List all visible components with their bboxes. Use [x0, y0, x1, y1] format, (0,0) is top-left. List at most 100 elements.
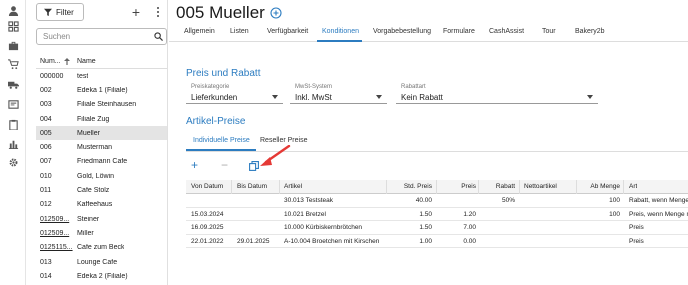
tab-allgemein[interactable]: Allgemein: [184, 28, 215, 35]
truck-icon[interactable]: [6, 77, 20, 91]
tab-tour[interactable]: Tour: [542, 28, 556, 35]
list-item[interactable]: 0125115... Cafe zum Beck: [36, 241, 167, 255]
tab-listen[interactable]: Listen: [230, 28, 249, 35]
column-name[interactable]: Name: [75, 58, 96, 65]
cell-from-date: 15.03.2024: [191, 210, 224, 218]
list-item-number: 000000: [40, 72, 64, 80]
chevron-down-icon: [272, 95, 278, 99]
cell-type: Preis: [629, 237, 644, 245]
vat-system-select[interactable]: MwSt-System Inkl. MwSt: [290, 82, 387, 104]
cell-std-price: 1.50: [419, 224, 432, 231]
subtab-individual-prices[interactable]: Individuelle Preise: [193, 137, 250, 144]
discount-type-value: Kein Rabatt: [401, 93, 443, 102]
col-header-article[interactable]: Artikel: [284, 183, 302, 190]
price-category-label: Preiskategorie: [191, 84, 230, 90]
filter-button[interactable]: Filter: [36, 3, 84, 21]
table-row[interactable]: 16.09.2025 10.000 Kürbiskernbrötchen 1.50 7…: [186, 221, 688, 235]
red-arrow-annotation: [260, 145, 291, 166]
subtab-reseller-prices[interactable]: Reseller Preise: [260, 137, 307, 144]
list-item[interactable]: 000000 test: [36, 69, 167, 83]
list-item-name: Friedmann Cafe: [77, 158, 128, 166]
tab-vorgabebestellung[interactable]: Vorgabebestellung: [373, 28, 431, 35]
gear-icon[interactable]: [6, 155, 20, 169]
chevron-down-icon: [587, 95, 593, 99]
col-header-std-price[interactable]: Std. Preis: [390, 183, 432, 190]
tab-formulare[interactable]: Formulare: [443, 28, 475, 35]
col-header-min-qty[interactable]: Ab Menge: [579, 183, 620, 190]
list-item[interactable]: 006 Musterman: [36, 140, 167, 154]
col-header-to-date[interactable]: Bis Datum: [237, 183, 267, 190]
table-row[interactable]: 15.03.2024 10.021 Bretzel 1.50 1.20 100 Preis…: [186, 208, 688, 221]
grid-header-row: Von Datum Bis Datum Artikel Std. Preis P…: [186, 180, 688, 194]
tab-bakery2b[interactable]: Bakery2b: [575, 28, 605, 35]
discount-type-label: Rabattart: [401, 84, 426, 90]
column-number[interactable]: Num...: [36, 57, 75, 65]
add-row-button[interactable]: +: [191, 158, 198, 172]
search-input[interactable]: [36, 28, 167, 45]
list-item[interactable]: 004 Filiale Zug: [36, 112, 167, 126]
add-button[interactable]: +: [129, 5, 143, 19]
briefcase-icon[interactable]: [6, 38, 20, 52]
clipboard-icon[interactable]: [6, 117, 20, 131]
cart-icon[interactable]: [6, 57, 20, 71]
search-icon[interactable]: [154, 32, 163, 41]
cell-type: Rabatt, wenn Menge...: [629, 197, 688, 204]
cell-from-date: 16.09.2025: [191, 224, 224, 231]
col-header-net-article[interactable]: Nettoartikel: [524, 183, 557, 190]
list-item-number: 0125115...: [40, 244, 73, 252]
table-row[interactable]: 22.01.2022 29.01.2025 A-10.004 Broetchen m…: [186, 235, 688, 248]
cell-type: Preis: [629, 224, 644, 231]
page-title-text: 005 Mueller: [176, 3, 265, 22]
list-item-number: 004: [40, 115, 52, 123]
list-item[interactable]: 010 Gold, Löwin: [36, 169, 167, 183]
cell-std-price: 1.00: [419, 237, 432, 245]
chart-icon[interactable]: [6, 136, 20, 150]
register-icon[interactable]: [6, 97, 20, 111]
user-icon[interactable]: [6, 3, 20, 17]
discount-type-select[interactable]: Rabattart Kein Rabatt: [396, 82, 598, 104]
vat-system-label: MwSt-System: [295, 84, 333, 90]
list-item-name: Mueller: [77, 129, 100, 137]
tab-konditionen[interactable]: Konditionen: [322, 28, 359, 35]
list-item-name: test: [77, 72, 89, 80]
tab-verfuegbarkeit[interactable]: Verfügbarkeit: [267, 28, 308, 35]
list-item[interactable]: 007 Friedmann Cafe: [36, 155, 167, 169]
col-header-from-date[interactable]: Von Datum: [191, 183, 223, 190]
vat-system-value: Inkl. MwSt: [295, 93, 332, 102]
icon-rail: [0, 0, 26, 285]
list-item-number: 014: [40, 272, 52, 280]
list-item-name: Cafe Stolz: [77, 187, 110, 195]
list-item[interactable]: 014 Edeka 2 (Filiale): [36, 269, 167, 283]
cell-price: 7.00: [463, 224, 476, 231]
remove-row-button[interactable]: −: [221, 158, 228, 172]
info-icon[interactable]: [270, 7, 282, 19]
list-item[interactable]: 011 Cafe Stolz: [36, 183, 167, 197]
cell-article: A-10.004 Broetchen mit Kirschen: [284, 237, 380, 245]
copy-button[interactable]: [249, 161, 259, 171]
price-category-value: Lieferkunden: [191, 93, 238, 102]
col-header-price[interactable]: Preis: [444, 183, 476, 190]
list-header: Num... Name: [36, 54, 167, 69]
list-item[interactable]: 005 Mueller: [36, 126, 167, 141]
list-item[interactable]: 012509... Steiner: [36, 212, 167, 226]
cell-min-qty: 100: [609, 197, 620, 204]
col-header-type[interactable]: Art: [629, 183, 637, 190]
list-item-number: 007: [40, 158, 52, 166]
section-title-article: Artikel-Preise: [186, 116, 246, 127]
cell-std-price: 40.00: [415, 197, 432, 204]
dashboard-icon[interactable]: [6, 19, 20, 33]
cell-article: 10.000 Kürbiskernbrötchen: [284, 224, 363, 231]
list-item[interactable]: 003 Filiale Steinhausen: [36, 98, 167, 112]
more-menu-button[interactable]: [154, 5, 162, 19]
tab-cashassist[interactable]: CashAssist: [489, 28, 524, 35]
price-category-select[interactable]: Preiskategorie Lieferkunden: [186, 82, 283, 104]
list-item-name: Steiner: [77, 215, 100, 223]
list-item[interactable]: 012 Kaffeehaus: [36, 198, 167, 212]
table-row[interactable]: 30.013 Teststeak 40.00 50% 100 Rabatt, wenn …: [186, 194, 688, 208]
list-item[interactable]: 002 Edeka 1 (Filiale): [36, 83, 167, 97]
col-header-discount[interactable]: Rabatt: [482, 183, 515, 190]
customer-list-panel: Filter + Num... Name 000000 test 002 Edeka …: [27, 0, 168, 285]
list-item[interactable]: 013 Lounge Cafe: [36, 255, 167, 269]
list-item[interactable]: 012509... Miller: [36, 226, 167, 240]
filter-icon: [44, 8, 52, 16]
